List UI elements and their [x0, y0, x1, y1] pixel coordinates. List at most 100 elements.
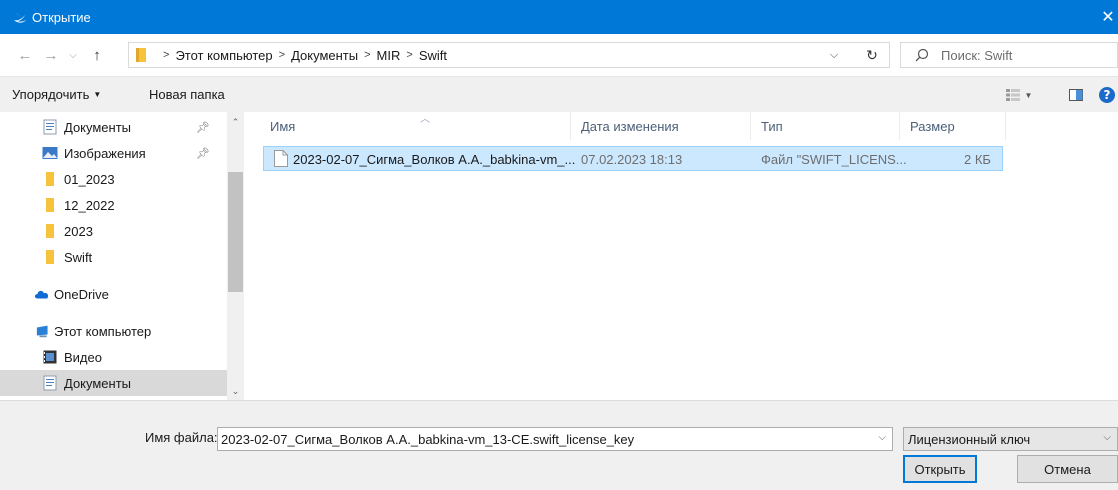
swift-app-icon	[14, 13, 26, 23]
scroll-down-arrow-icon[interactable]: ⌄	[227, 383, 244, 400]
preview-pane-icon	[1069, 89, 1083, 101]
folder-icon	[42, 249, 58, 265]
sidebar-item-documents[interactable]: Документы	[0, 370, 227, 396]
open-button-label: Открыть	[914, 461, 966, 477]
column-divider[interactable]	[899, 112, 900, 140]
forward-button[interactable]: →	[40, 42, 62, 68]
caret-down-icon: ▼	[1024, 90, 1033, 100]
address-bar[interactable]: > Этот компьютер > Документы > MIR > Swi…	[128, 42, 890, 68]
column-header-date[interactable]: Дата изменения	[581, 112, 751, 140]
sidebar-item-label: Документы	[64, 119, 132, 135]
file-name: 2023-02-07_Сигма_Волков А.А._babkina-vm_…	[293, 152, 576, 167]
folder-icon	[42, 197, 58, 213]
bottom-pane: Имя файла: ⌵ Лицензионный ключ ⌵ Открыть…	[0, 400, 1118, 490]
sidebar-scrollbar[interactable]: ⌃ ⌄	[227, 112, 244, 400]
sidebar-item-videos[interactable]: Видео	[0, 344, 227, 370]
new-folder-label: Новая папка	[149, 87, 225, 102]
folder-icon	[136, 48, 146, 62]
breadcrumb-item[interactable]: Swift	[419, 48, 447, 63]
onedrive-icon	[34, 286, 50, 302]
up-button[interactable]: ↑	[86, 42, 108, 68]
pin-icon: 📌︎	[196, 121, 210, 134]
filename-label: Имя файла:	[145, 430, 218, 445]
column-header-label: Размер	[910, 118, 955, 134]
sidebar-item-pictures[interactable]: Изображения 📌︎	[0, 140, 227, 166]
chevron-down-icon[interactable]: ⌵	[878, 432, 886, 443]
video-icon	[42, 349, 58, 365]
column-divider[interactable]	[570, 112, 571, 140]
search-input[interactable]	[941, 47, 1111, 63]
cancel-button-label: Отмена	[1044, 461, 1091, 477]
sidebar-item-this-pc[interactable]: Этот компьютер	[0, 318, 227, 344]
chevron-right-icon: >	[278, 49, 286, 61]
breadcrumb: > Этот компьютер > Документы > MIR > Swi…	[157, 48, 447, 63]
toolbar: Упорядочить ▼ Новая папка ▼ ?	[0, 76, 1118, 112]
help-button[interactable]: ?	[1096, 85, 1118, 105]
filename-combobox[interactable]: ⌵	[217, 427, 893, 451]
file-icon	[274, 150, 288, 167]
preview-pane-button[interactable]	[1064, 85, 1088, 105]
sidebar-item-label: 12_2022	[64, 197, 115, 213]
sort-ascending-icon: ︿	[420, 114, 430, 125]
sidebar-item-documents-quick[interactable]: Документы 📌︎	[0, 114, 227, 140]
organize-label: Упорядочить	[12, 87, 90, 102]
refresh-button[interactable]: ↻	[861, 46, 883, 64]
column-header-name[interactable]: Имя ︿	[270, 112, 580, 140]
filetype-value: Лицензионный ключ	[908, 431, 1031, 447]
folder-icon	[42, 171, 58, 187]
new-folder-button[interactable]: Новая папка	[149, 87, 225, 102]
filetype-select[interactable]: Лицензионный ключ ⌵	[903, 427, 1118, 451]
file-row[interactable]: 2023-02-07_Сигма_Волков А.А._babkina-vm_…	[263, 146, 1003, 171]
column-header-label: Имя	[270, 118, 296, 134]
sidebar-item-onedrive[interactable]: OneDrive	[0, 281, 227, 307]
column-header-label: Тип	[761, 118, 783, 134]
chevron-right-icon: >	[406, 49, 413, 61]
scroll-up-arrow-icon[interactable]: ⌃	[227, 114, 244, 131]
sidebar-item-folder-2023[interactable]: 2023	[0, 218, 227, 244]
back-button[interactable]: ←	[14, 42, 36, 68]
breadcrumb-item[interactable]: MIR	[377, 48, 401, 63]
view-options-button[interactable]: ▼	[1004, 85, 1034, 105]
search-icon	[915, 48, 929, 62]
file-date: 07.02.2023 18:13	[581, 152, 683, 167]
pin-icon: 📌︎	[196, 147, 210, 160]
column-divider[interactable]	[750, 112, 751, 140]
search-box[interactable]	[900, 42, 1118, 68]
pictures-icon	[42, 145, 58, 161]
filename-input[interactable]	[218, 431, 858, 447]
title-bar: Открытие ✕	[0, 0, 1118, 34]
chevron-right-icon: >	[163, 49, 170, 61]
sidebar-item-label: Этот компьютер	[54, 323, 152, 339]
recent-locations-button[interactable]: ⌵	[62, 42, 84, 68]
column-header-type[interactable]: Тип	[761, 112, 901, 140]
breadcrumb-item[interactable]: Документы	[291, 48, 358, 63]
sidebar-item-label: 2023	[64, 223, 93, 239]
open-button[interactable]: Открыть	[903, 455, 977, 483]
column-header-label: Дата изменения	[581, 118, 679, 134]
sidebar-item-label: Swift	[64, 249, 93, 265]
scrollbar-thumb[interactable]	[228, 172, 243, 292]
column-header-size[interactable]: Размер	[910, 112, 1005, 140]
sidebar-item-label: Изображения	[64, 145, 146, 161]
view-list-icon	[1005, 89, 1020, 101]
sidebar-item-folder-01-2023[interactable]: 01_2023	[0, 166, 227, 192]
organize-button[interactable]: Упорядочить ▼	[12, 87, 101, 102]
file-size: 2 КБ	[964, 152, 991, 167]
breadcrumb-item[interactable]: Этот компьютер	[175, 48, 272, 63]
sidebar-item-label: 01_2023	[64, 171, 115, 187]
address-dropdown-button[interactable]: ⌵	[825, 46, 843, 64]
sidebar-item-label: OneDrive	[54, 286, 109, 302]
sidebar-item-folder-swift[interactable]: Swift	[0, 244, 227, 270]
documents-icon	[42, 375, 58, 391]
close-button[interactable]: ✕	[1098, 0, 1118, 34]
sidebar-item-folder-12-2022[interactable]: 12_2022	[0, 192, 227, 218]
svg-text:?: ?	[1104, 88, 1111, 102]
file-list: Имя ︿ Дата изменения Тип Размер 2023-02-…	[245, 112, 1118, 400]
chevron-down-icon: ⌵	[1103, 432, 1111, 443]
cancel-button[interactable]: Отмена	[1017, 455, 1118, 483]
chevron-right-icon: >	[364, 49, 371, 61]
column-divider[interactable]	[1005, 112, 1006, 140]
sidebar-item-label: Документы	[64, 375, 132, 391]
help-icon: ?	[1099, 87, 1115, 103]
computer-icon	[36, 323, 52, 339]
